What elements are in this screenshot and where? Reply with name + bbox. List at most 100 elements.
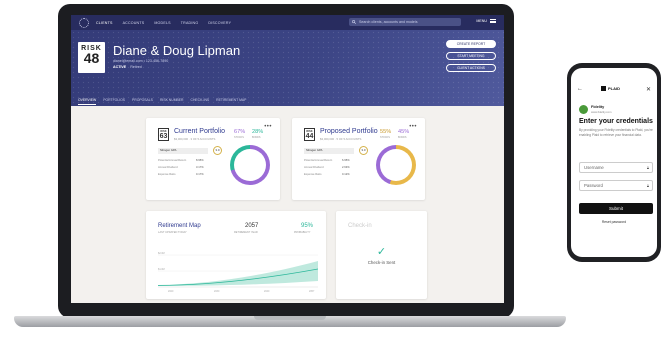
plaid-logo-icon (601, 86, 606, 92)
tab-proposals[interactable]: PROPOSALS (132, 98, 153, 105)
row-label: Potential Annual Return (304, 159, 333, 162)
nav-clients[interactable]: CLIENTS (96, 21, 113, 25)
gpa-value: 3.0 (359, 146, 368, 155)
bonds-pct: 45% (398, 129, 410, 135)
tab-retirement-map[interactable]: RETIREMENT MAP (216, 98, 246, 105)
portfolio-subtitle: $3,000,000 · 3 OF 5 ACCOUNTS (174, 137, 216, 141)
checkin-status: Check-in Sent (367, 260, 396, 265)
reset-password-link[interactable]: Reset password (571, 220, 657, 224)
gpa-value: 3.0 (213, 146, 222, 155)
stocks-pct: 55% (380, 129, 392, 135)
hamburger-icon (490, 19, 496, 23)
portfolio-subtitle: $3,000,000 · 5 OF 5 ACCOUNTS (320, 137, 362, 141)
client-actions-button[interactable]: CLIENT ACTIONS (446, 64, 496, 72)
x-tick-label: 2057 (309, 290, 315, 293)
risk-score: 44 (305, 133, 314, 140)
allocation-donut (376, 145, 416, 185)
more-options-icon[interactable]: ••• (409, 124, 417, 130)
client-subtabs: OVERVIEW PORTFOLIOS PROPOSALS RISK NUMBE… (78, 98, 253, 105)
nav-accounts[interactable]: ACCOUNTS (123, 21, 145, 25)
bonds-pct: 28% (252, 129, 264, 135)
stocks-label: STOCKS (234, 136, 244, 139)
client-name: Diane & Doug Lipman (113, 43, 241, 58)
menu-button[interactable]: MENU (476, 19, 496, 23)
client-header: RISK 48 Diane & Doug Lipman dianel@email… (71, 30, 504, 106)
bonds-label: BONDS (252, 136, 261, 139)
row-value: 8.95% (196, 159, 204, 162)
portfolio-title: Current Portfolio (174, 128, 225, 135)
more-options-icon[interactable]: ••• (264, 124, 272, 130)
status-note: Retired (130, 65, 142, 69)
username-field[interactable]: Username 🔒︎ (579, 162, 653, 173)
checkin-card[interactable]: Check-in ✓ Check-in Sent (336, 211, 427, 299)
stocks-label: STOCKS (380, 136, 390, 139)
phone-device: ← PLAID ✕ Fidelity www.fidelity.com Ente… (567, 63, 661, 262)
username-placeholder: Username (584, 165, 604, 170)
portfolio-title: Proposed Portfolio (320, 128, 378, 135)
lock-icon: 🔒︎ (646, 183, 649, 188)
tab-check-ins[interactable]: CHECK-INS (191, 98, 210, 105)
row-label: Potential Annual Return (158, 159, 187, 162)
retirement-probability: 95% (301, 223, 314, 229)
tab-portfolios[interactable]: PORTFOLIOS (103, 98, 125, 105)
tab-risk-number[interactable]: RISK NUMBER (160, 98, 184, 105)
nav-trading[interactable]: TRADING (181, 21, 199, 25)
create-report-button[interactable]: CREATE REPORT (446, 40, 496, 48)
credentials-body: By providing your Fidelity credentials t… (579, 128, 653, 137)
risk-score: 48 (83, 50, 100, 66)
retirement-map-title: Retirement Map (158, 223, 201, 229)
client-risk-badge: RISK 48 (78, 42, 105, 73)
retirement-year: 2057 (245, 223, 259, 229)
retirement-map-updated: LAST UPDATED TODAY (158, 231, 187, 234)
probability-label: PROBABILITY (294, 231, 311, 234)
app-screen: CLIENTS ACCOUNTS MODELS TRADING DISCOVER… (71, 15, 504, 303)
retirement-map-card[interactable]: Retirement Map LAST UPDATED TODAY 2057 R… (146, 211, 326, 299)
password-placeholder: Password (584, 183, 603, 188)
bonds-label: BONDS (398, 136, 407, 139)
lock-icon: 🔒︎ (646, 165, 649, 170)
checkin-title: Check-in (348, 223, 372, 229)
bank-logo-icon (579, 105, 588, 114)
gpa-label: Nitrogen GPA (304, 148, 354, 154)
checkmark-icon: ✓ (376, 246, 387, 258)
row-label: Expense Ratio (304, 173, 322, 176)
row-label: Annual Dividend (304, 166, 324, 169)
tab-overview[interactable]: OVERVIEW (78, 98, 97, 105)
risk-score: 63 (159, 133, 168, 140)
gpa-label: Nitrogen GPA (158, 148, 208, 154)
close-icon[interactable]: ✕ (646, 86, 651, 93)
x-tick-label: 2040 (264, 290, 270, 293)
laptop-notch (254, 316, 326, 320)
search-icon (352, 20, 356, 24)
row-value: 0.12% (342, 173, 350, 176)
start-meeting-button[interactable]: START MEETING (446, 52, 496, 60)
search-input[interactable]: Search clients, accounts and models (359, 20, 418, 24)
row-value: 2.63% (342, 166, 350, 169)
submit-button[interactable]: Submit (579, 203, 653, 214)
laptop-base (14, 316, 566, 327)
retirement-projection-chart (158, 254, 318, 288)
plaid-brand: PLAID (608, 86, 620, 91)
plaid-logo: PLAID (601, 86, 620, 92)
row-value: 6.95% (342, 159, 350, 162)
top-nav: CLIENTS ACCOUNTS MODELS TRADING DISCOVER… (71, 15, 504, 30)
back-arrow-icon[interactable]: ← (577, 86, 583, 92)
portfolio-risk-badge: RISK 44 (304, 128, 315, 141)
retirement-year-label: RETIREMENT YEAR (234, 231, 258, 234)
stocks-pct: 67% (234, 129, 246, 135)
nav-models[interactable]: MODELS (154, 21, 170, 25)
bank-name: Fidelity (591, 105, 605, 109)
app-logo-icon[interactable] (79, 17, 89, 28)
x-tick-label: 2020 (168, 290, 174, 293)
nav-discovery[interactable]: DISCOVERY (208, 21, 231, 25)
current-portfolio-card[interactable]: RISK 63 Current Portfolio $3,000,000 · 3… (146, 118, 280, 200)
menu-label: MENU (476, 19, 487, 23)
credentials-heading: Enter your credentials (579, 118, 653, 125)
search-bar[interactable]: Search clients, accounts and models (349, 18, 461, 26)
row-label: Expense Ratio (158, 173, 176, 176)
phone-screen: ← PLAID ✕ Fidelity www.fidelity.com Ente… (571, 68, 657, 257)
proposed-portfolio-card[interactable]: RISK 44 Proposed Portfolio $3,000,000 · … (292, 118, 425, 200)
password-field[interactable]: Password 🔒︎ (579, 180, 653, 191)
client-status[interactable]: ACTIVE Retired (113, 65, 142, 69)
bank-url: www.fidelity.com (591, 110, 612, 114)
